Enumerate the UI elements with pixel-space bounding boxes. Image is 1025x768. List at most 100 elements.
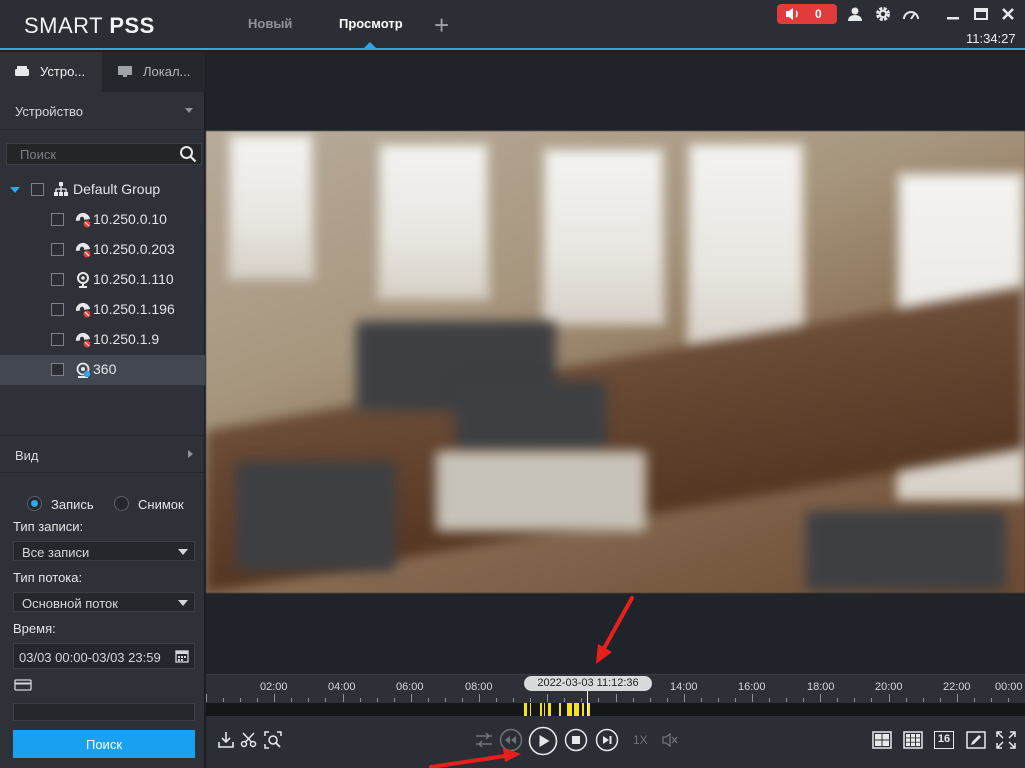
timeline-tick — [394, 698, 395, 702]
checkbox[interactable] — [51, 333, 64, 346]
timeline-tick — [479, 694, 480, 702]
timeline-tick — [274, 694, 275, 702]
timeline-tick — [581, 698, 582, 702]
timeline-tick — [223, 698, 224, 702]
video-frame[interactable] — [206, 131, 1025, 593]
timeline-tick — [1008, 698, 1009, 702]
record-segment — [540, 703, 542, 717]
camera-offline-icon — [75, 302, 91, 318]
timeline-tick — [360, 698, 361, 702]
edit-layout-icon[interactable] — [966, 731, 986, 749]
checkbox[interactable] — [51, 213, 64, 226]
sync-play-icon[interactable] — [474, 731, 494, 749]
checkbox[interactable] — [31, 183, 44, 196]
stop-icon[interactable] — [564, 728, 588, 752]
play-icon[interactable] — [528, 726, 558, 756]
radio-record[interactable] — [27, 496, 42, 511]
clip-scissors-icon[interactable] — [240, 731, 258, 749]
timeline-label: 00:00 — [995, 681, 1023, 693]
maximize-icon[interactable] — [972, 5, 990, 23]
record-type-select[interactable]: Все записи — [13, 541, 195, 561]
gear-icon[interactable] — [874, 5, 892, 23]
timeline-tick — [564, 698, 565, 702]
record-segment — [530, 703, 531, 717]
user-icon[interactable] — [846, 5, 864, 23]
search-input[interactable] — [7, 144, 177, 164]
app-logo: SMART PSS — [24, 13, 155, 38]
tab-new[interactable]: Новый — [248, 16, 292, 31]
tree-node-device[interactable]: 10.250.0.10 — [0, 205, 205, 235]
view-section-header[interactable]: Вид — [0, 435, 205, 473]
timeline-tick — [411, 694, 412, 702]
calendar-icon[interactable] — [175, 649, 189, 663]
camera-offline-icon — [75, 332, 91, 348]
radio-snapshot[interactable] — [114, 496, 129, 511]
sidebar: Устро... Локал... Устройство Поиск Defau… — [0, 52, 205, 768]
timeline-tick — [752, 694, 753, 702]
tree-node-device[interactable]: 10.250.1.110 — [0, 265, 205, 295]
playback-speed[interactable]: 1X — [633, 733, 648, 747]
close-icon[interactable] — [999, 5, 1017, 23]
timeline-tick — [735, 698, 736, 702]
minimize-icon[interactable] — [944, 5, 962, 23]
timeline-tick — [240, 698, 241, 702]
layout-4-grid-icon[interactable] — [872, 731, 892, 749]
video-area[interactable] — [206, 52, 1025, 674]
checkbox[interactable] — [51, 273, 64, 286]
tree-node-device[interactable]: 10.250.1.196 — [0, 295, 205, 325]
record-segment — [559, 703, 561, 717]
timeline-cursor[interactable] — [587, 691, 588, 717]
timeline-label: 16:00 — [738, 681, 766, 693]
current-time-badge: 2022-03-03 11:12:36 — [524, 676, 652, 691]
checkbox[interactable] — [51, 243, 64, 256]
timeline-tick — [445, 698, 446, 702]
stream-type-select[interactable]: Основной поток — [13, 592, 195, 612]
fullscreen-icon[interactable] — [996, 731, 1016, 749]
time-range-field[interactable]: 03/03 00:00-03/03 23:59 — [13, 643, 195, 669]
tree-node-default-group[interactable]: Default Group — [0, 175, 205, 205]
timeline-tick — [837, 698, 838, 702]
sidebar-tab-local[interactable]: Локал... — [103, 52, 205, 92]
tree-node-device[interactable]: 10.250.1.9 — [0, 325, 205, 355]
add-tab-button[interactable]: + — [434, 12, 449, 38]
tree-node-device-selected[interactable]: 360 — [0, 355, 205, 385]
tab-view[interactable]: Просмотр — [339, 16, 403, 31]
expand-arrow-icon[interactable] — [10, 187, 20, 193]
timeline-tick — [325, 698, 326, 702]
sidebar-tabs: Устро... Локал... — [0, 52, 205, 92]
record-segment — [524, 703, 527, 717]
search-button[interactable]: Поиск — [13, 730, 195, 758]
smart-search-icon[interactable] — [264, 731, 282, 749]
playback-timeline[interactable]: 02:00 04:00 06:00 08:00 14:00 16:00 18:0… — [206, 674, 1025, 717]
record-segment — [548, 703, 551, 717]
time-label: Время: — [13, 621, 56, 636]
device-section-header[interactable]: Устройство — [0, 92, 205, 130]
device-search — [6, 143, 202, 165]
download-icon[interactable] — [217, 731, 235, 749]
layout-16-grid-button[interactable]: 16 — [934, 731, 954, 749]
record-segment — [544, 703, 545, 717]
timeline-tick — [871, 698, 872, 702]
timeline-tick — [718, 698, 719, 702]
checkbox[interactable] — [51, 363, 64, 376]
next-frame-icon[interactable] — [595, 728, 619, 752]
timeline-tick — [513, 698, 514, 702]
group-tree-icon — [54, 182, 68, 196]
rewind-icon[interactable] — [499, 728, 523, 752]
timeline-tick — [257, 698, 258, 702]
timeline-track[interactable] — [206, 703, 1025, 717]
search-icon[interactable] — [179, 145, 197, 163]
timeline-tick — [496, 698, 497, 702]
layout-9-grid-icon[interactable] — [903, 731, 923, 749]
card-number-field[interactable] — [13, 703, 195, 721]
timeline-tick — [206, 694, 207, 702]
performance-gauge-icon[interactable] — [902, 5, 920, 23]
sidebar-tab-devices[interactable]: Устро... — [0, 52, 102, 92]
alarm-button[interactable]: 0 — [777, 4, 837, 24]
timeline-tick — [940, 698, 941, 702]
timeline-label: 22:00 — [943, 681, 971, 693]
mute-icon[interactable] — [661, 731, 679, 749]
timeline-tick — [991, 698, 992, 702]
checkbox[interactable] — [51, 303, 64, 316]
tree-node-device[interactable]: 10.250.0.203 — [0, 235, 205, 265]
